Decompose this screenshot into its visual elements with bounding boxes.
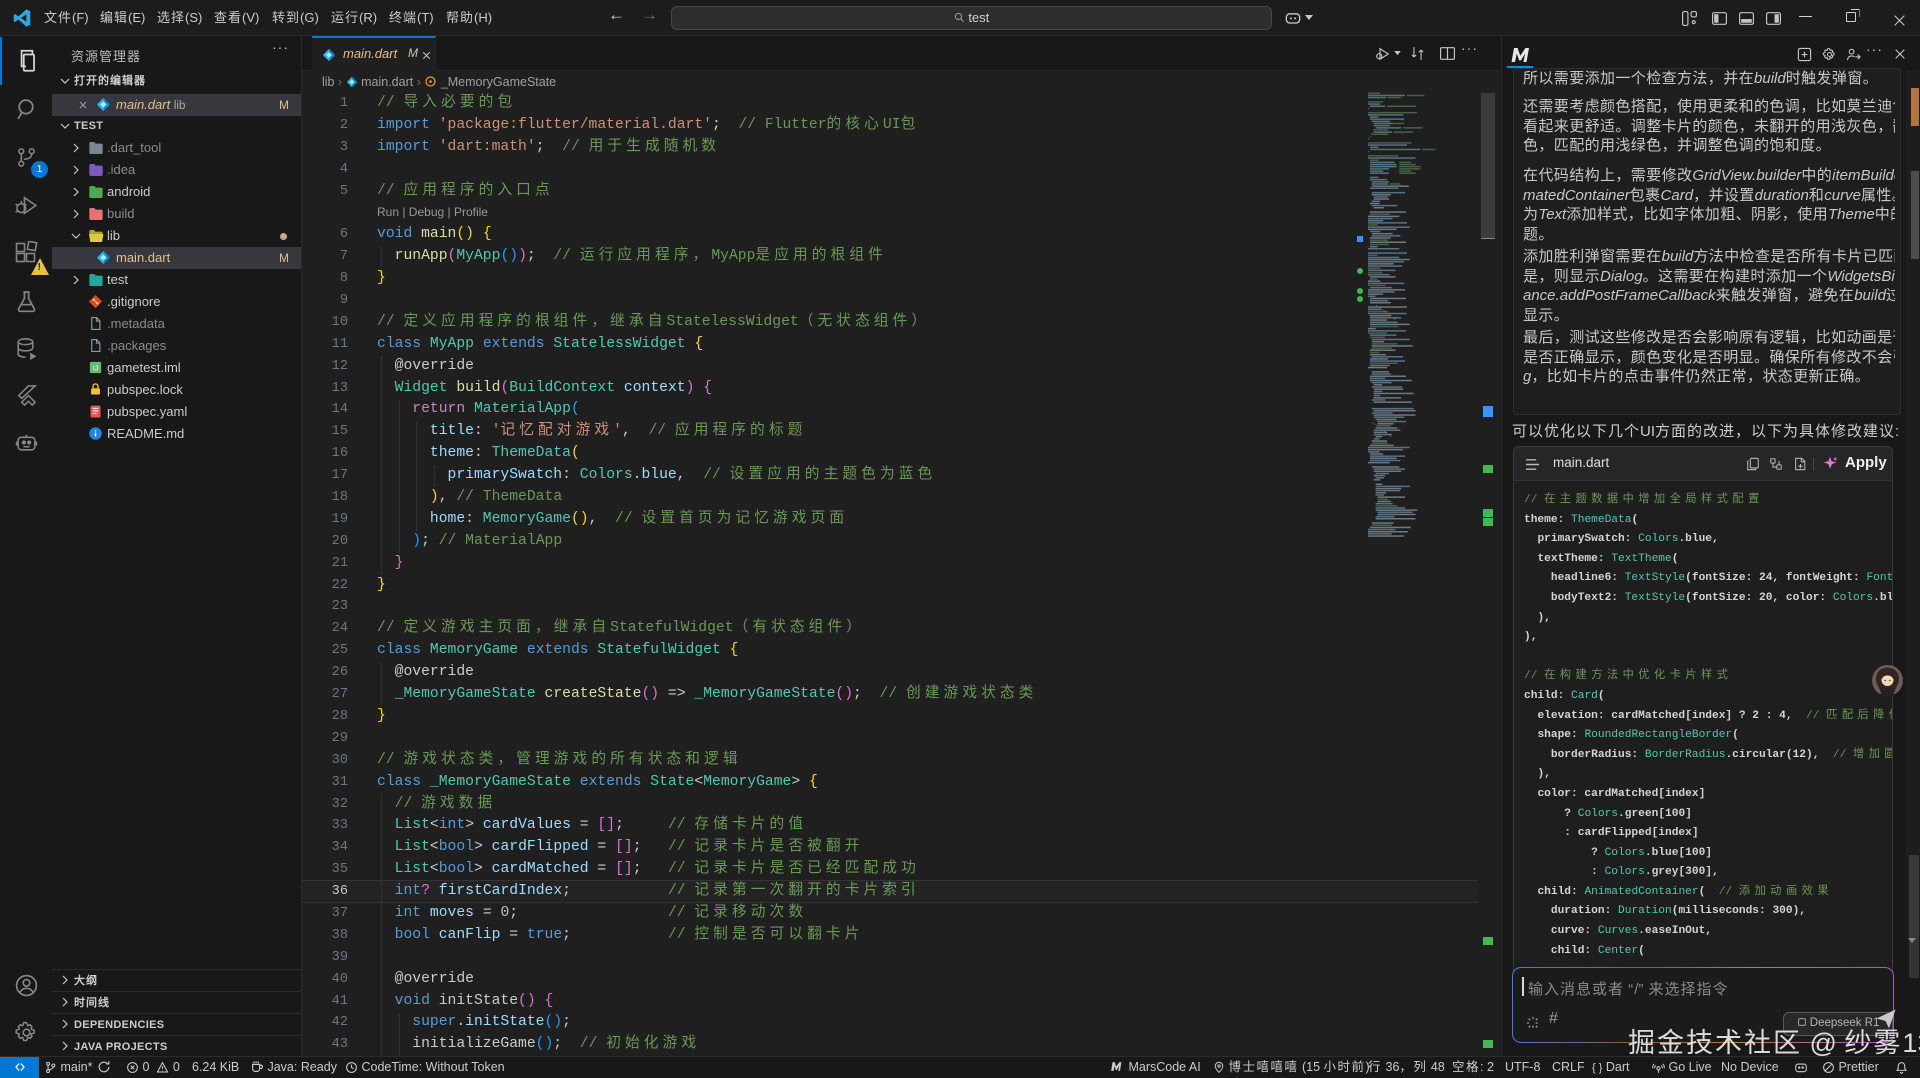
svg-text:IJ: IJ xyxy=(93,365,98,372)
